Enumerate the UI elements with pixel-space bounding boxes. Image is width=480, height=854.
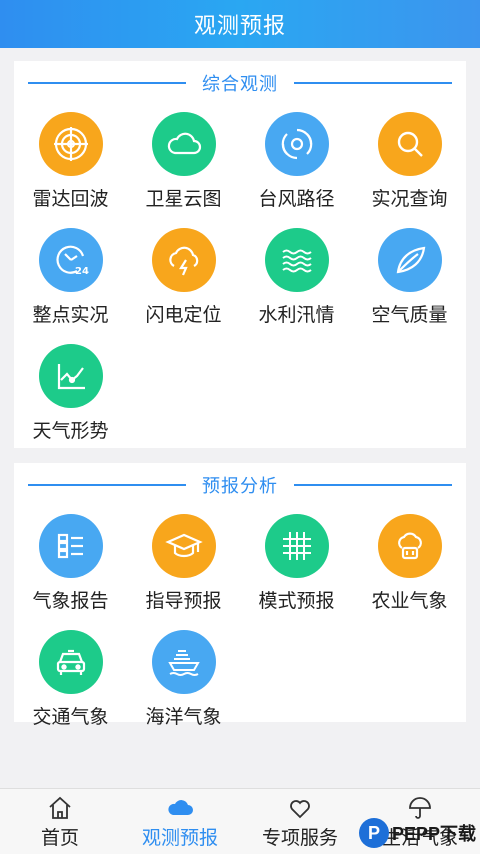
home-icon xyxy=(49,796,71,819)
tile-lightning[interactable]: 闪电定位 xyxy=(127,228,240,344)
tile-label: 卫星云图 xyxy=(145,188,222,210)
tile-label: 气象报告 xyxy=(32,590,109,612)
tile-label: 闪电定位 xyxy=(145,304,222,326)
tile-weather-report[interactable]: 气象报告 xyxy=(14,514,127,630)
section-title: 预报分析 xyxy=(192,472,288,498)
tab-label: 首页 xyxy=(40,827,79,849)
tile-satellite[interactable]: 卫星云图 xyxy=(127,112,240,228)
divider-line xyxy=(294,82,452,84)
tab-observation[interactable]: 观测预报 xyxy=(120,789,240,854)
tile-label: 雷达回波 xyxy=(32,188,109,210)
tile-label: 水利汛情 xyxy=(258,304,335,326)
divider-line xyxy=(28,82,186,84)
page-title: 观测预报 xyxy=(193,14,286,39)
svg-text:24: 24 xyxy=(75,266,89,277)
section-forecast: 预报分析 气象报告 指导预报 模式预报 农业气象 交通气象 海洋气象 xyxy=(14,463,466,728)
tile-model-forecast[interactable]: 模式预报 xyxy=(240,514,353,630)
tile-label: 指导预报 xyxy=(145,590,222,612)
watermark-logo-icon: P xyxy=(358,818,389,848)
tile-label: 空气质量 xyxy=(371,304,448,326)
water-waves-icon xyxy=(264,228,329,292)
tab-special-service[interactable]: 专项服务 xyxy=(240,789,360,854)
divider-line xyxy=(28,484,186,486)
tile-label: 农业气象 xyxy=(371,590,448,612)
app-header: 观测预报 xyxy=(0,0,480,48)
tile-water[interactable]: 水利汛情 xyxy=(240,228,353,344)
cloud-icon xyxy=(168,800,193,815)
section-observation: 综合观测 雷达回波 卫星云图 台风路径 实况查询 24 整点实况 闪电定位 水利… xyxy=(14,61,466,448)
typhoon-icon xyxy=(264,112,329,176)
tile-label: 海洋气象 xyxy=(145,706,222,728)
report-list-icon xyxy=(38,514,103,578)
tile-label: 整点实况 xyxy=(32,304,109,326)
tile-guidance-forecast[interactable]: 指导预报 xyxy=(127,514,240,630)
ship-icon xyxy=(151,630,216,694)
tile-live-query[interactable]: 实况查询 xyxy=(353,112,466,228)
tile-label: 台风路径 xyxy=(258,188,335,210)
tile-radar[interactable]: 雷达回波 xyxy=(14,112,127,228)
tile-ocean[interactable]: 海洋气象 xyxy=(127,630,240,746)
leaf-icon xyxy=(377,228,442,292)
tile-typhoon[interactable]: 台风路径 xyxy=(240,112,353,228)
tile-air-quality[interactable]: 空气质量 xyxy=(353,228,466,344)
tab-label: 专项服务 xyxy=(261,827,338,849)
tile-label: 交通气象 xyxy=(32,706,109,728)
lightning-cloud-icon xyxy=(151,228,216,292)
tile-label: 实况查询 xyxy=(371,188,448,210)
tile-weather-trend[interactable]: 天气形势 xyxy=(14,344,127,460)
tile-traffic[interactable]: 交通气象 xyxy=(14,630,127,746)
graduation-cap-icon xyxy=(151,514,216,578)
tab-label: 观测预报 xyxy=(141,827,218,849)
heart-icon xyxy=(290,800,310,819)
section-title: 综合观测 xyxy=(192,70,288,96)
divider-line xyxy=(294,484,452,486)
grid-icon xyxy=(264,514,329,578)
tile-agriculture[interactable]: 农业气象 xyxy=(353,514,466,630)
tile-label: 模式预报 xyxy=(258,590,335,612)
tile-hourly-live[interactable]: 24 整点实况 xyxy=(14,228,127,344)
clock-24-icon: 24 xyxy=(38,228,103,292)
car-icon xyxy=(38,630,103,694)
section-header: 预报分析 xyxy=(14,463,466,507)
search-icon xyxy=(377,112,442,176)
section-header: 综合观测 xyxy=(14,61,466,105)
watermark: P PEPP下载 xyxy=(358,818,476,848)
tile-label: 天气形势 xyxy=(32,420,109,442)
trend-chart-icon xyxy=(38,344,103,408)
tab-home[interactable]: 首页 xyxy=(0,789,120,854)
radar-icon xyxy=(38,112,103,176)
watermark-text: PEPP下载 xyxy=(391,824,476,844)
agriculture-icon xyxy=(377,514,442,578)
cloud-icon xyxy=(151,112,216,176)
